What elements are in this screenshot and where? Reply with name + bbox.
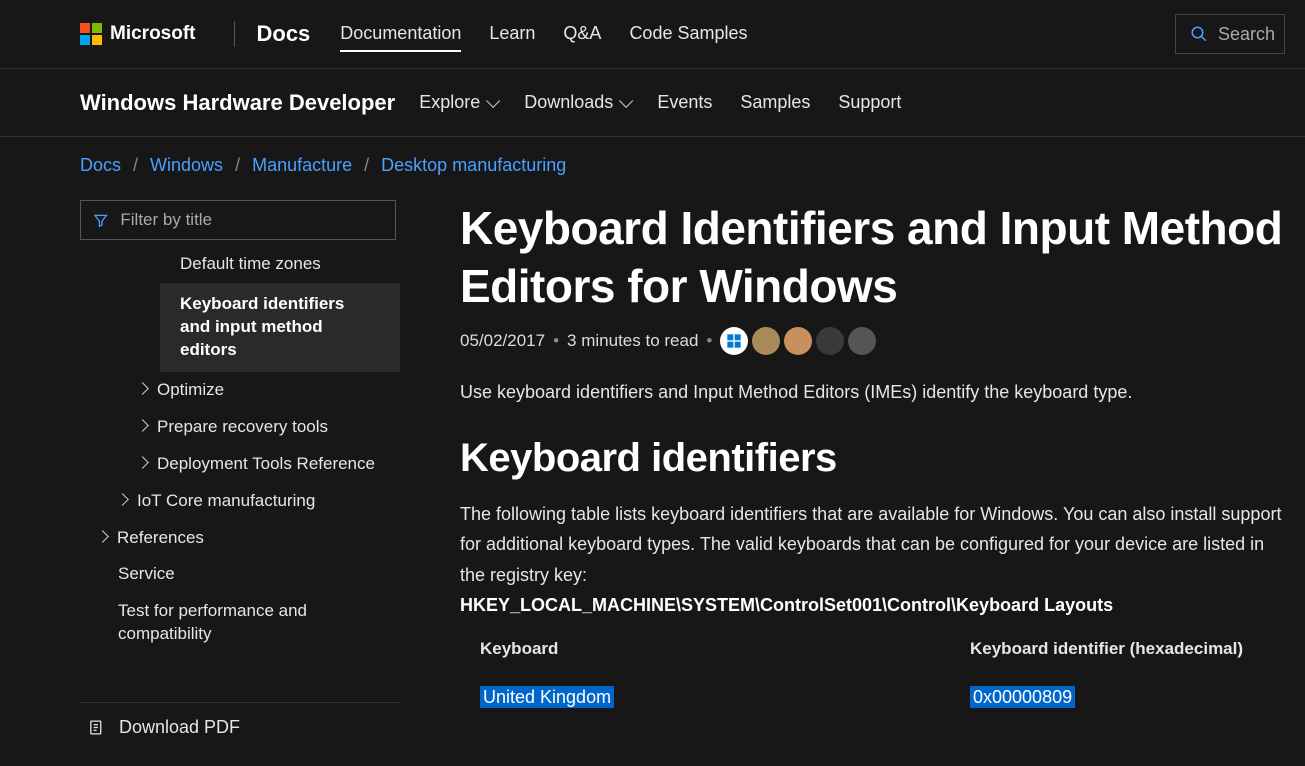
- avatar: [720, 327, 748, 355]
- nav-documentation[interactable]: Documentation: [340, 17, 461, 52]
- table-header-identifier: Keyboard identifier (hexadecimal): [970, 639, 1291, 659]
- microsoft-brand-text: Microsoft: [110, 23, 196, 45]
- download-pdf-icon: [88, 719, 105, 736]
- subnav-downloads[interactable]: Downloads: [524, 92, 629, 113]
- header-divider: [234, 21, 235, 47]
- toc-item-default-time-zones[interactable]: Default time zones: [80, 246, 400, 283]
- cell-keyboard: United Kingdom: [480, 686, 614, 708]
- microsoft-logo[interactable]: Microsoft: [80, 23, 196, 45]
- subnav-events[interactable]: Events: [657, 92, 712, 113]
- breadcrumb-docs[interactable]: Docs: [80, 155, 121, 176]
- global-header: Microsoft Docs Documentation Learn Q&A C…: [0, 0, 1305, 69]
- toc-tree[interactable]: Default time zones Keyboard identifiers …: [80, 246, 400, 702]
- avatar: [848, 327, 876, 355]
- filter-icon: [93, 212, 108, 229]
- keyboard-identifiers-table: Keyboard Keyboard identifier (hexadecima…: [460, 639, 1291, 708]
- subnav-explore[interactable]: Explore: [419, 92, 496, 113]
- article-meta: 05/02/2017 • 3 minutes to read •: [460, 327, 1291, 355]
- table-row: United Kingdom 0x00000809: [480, 687, 1291, 708]
- cell-identifier: 0x00000809: [970, 686, 1075, 708]
- avatar: [752, 327, 780, 355]
- table-header-keyboard: Keyboard: [480, 639, 970, 659]
- nav-learn[interactable]: Learn: [489, 17, 535, 52]
- global-nav: Documentation Learn Q&A Code Samples: [340, 17, 747, 52]
- breadcrumb: Docs / Windows / Manufacture / Desktop m…: [0, 137, 1305, 186]
- breadcrumb-windows[interactable]: Windows: [150, 155, 223, 176]
- product-nav: Explore Downloads Events Samples Support: [419, 92, 901, 113]
- toc-item-deployment-tools[interactable]: Deployment Tools Reference: [80, 446, 400, 483]
- toc-item-service[interactable]: Service: [80, 556, 400, 593]
- section-heading: Keyboard identifiers: [460, 436, 1291, 481]
- search-icon: [1190, 25, 1208, 43]
- nav-code-samples[interactable]: Code Samples: [629, 17, 747, 52]
- section-body: The following table lists keyboard ident…: [460, 499, 1291, 621]
- main-layout: Default time zones Keyboard identifiers …: [0, 186, 1305, 752]
- search-input[interactable]: [1218, 24, 1278, 45]
- product-title: Windows Hardware Developer: [80, 90, 395, 116]
- subnav-support[interactable]: Support: [838, 92, 901, 113]
- toc-item-test-performance[interactable]: Test for performance and compatibility: [80, 593, 400, 653]
- subnav-samples[interactable]: Samples: [740, 92, 810, 113]
- chevron-down-icon: [619, 93, 633, 107]
- article-content: Keyboard Identifiers and Input Method Ed…: [400, 200, 1305, 766]
- toc-sidebar: Default time zones Keyboard identifiers …: [80, 200, 400, 752]
- toc-item-iot-core[interactable]: IoT Core manufacturing: [80, 483, 400, 520]
- download-pdf-label: Download PDF: [119, 717, 240, 738]
- avatar: [784, 327, 812, 355]
- toc-item-references[interactable]: References: [80, 520, 400, 557]
- global-search[interactable]: [1175, 14, 1285, 54]
- article-read-time: 3 minutes to read: [567, 331, 698, 351]
- article-intro: Use keyboard identifiers and Input Metho…: [460, 377, 1291, 408]
- product-header: Windows Hardware Developer Explore Downl…: [0, 69, 1305, 137]
- avatar: [816, 327, 844, 355]
- article-date: 05/02/2017: [460, 331, 545, 351]
- page-title: Keyboard Identifiers and Input Method Ed…: [460, 200, 1291, 315]
- meta-separator: •: [553, 331, 559, 351]
- contributor-avatars[interactable]: [720, 327, 876, 355]
- breadcrumb-desktop-manufacturing[interactable]: Desktop manufacturing: [381, 155, 566, 176]
- breadcrumb-separator: /: [235, 155, 240, 176]
- table-header-row: Keyboard Keyboard identifier (hexadecima…: [480, 639, 1291, 659]
- registry-key: HKEY_LOCAL_MACHINE\SYSTEM\ControlSet001\…: [460, 595, 1113, 615]
- breadcrumb-manufacture[interactable]: Manufacture: [252, 155, 352, 176]
- nav-qa[interactable]: Q&A: [563, 17, 601, 52]
- chevron-down-icon: [486, 93, 500, 107]
- docs-brand[interactable]: Docs: [257, 21, 311, 47]
- meta-separator: •: [706, 331, 712, 351]
- toc-item-prepare-recovery[interactable]: Prepare recovery tools: [80, 409, 400, 446]
- toc-filter-input[interactable]: [120, 210, 383, 230]
- breadcrumb-separator: /: [133, 155, 138, 176]
- breadcrumb-separator: /: [364, 155, 369, 176]
- toc-item-optimize[interactable]: Optimize: [80, 372, 400, 409]
- download-pdf-button[interactable]: Download PDF: [80, 702, 400, 752]
- toc-item-keyboard-identifiers[interactable]: Keyboard identifiers and input method ed…: [160, 283, 400, 372]
- toc-filter[interactable]: [80, 200, 396, 240]
- windows-icon: [726, 333, 742, 349]
- microsoft-logo-icon: [80, 23, 102, 45]
